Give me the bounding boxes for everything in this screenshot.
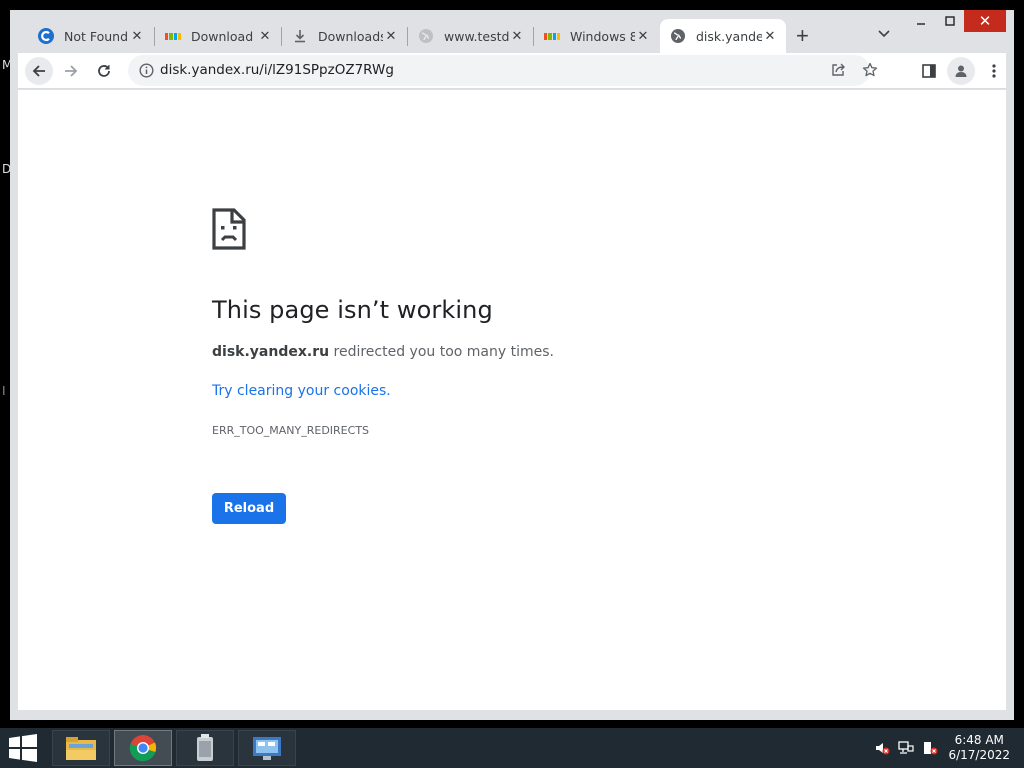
star-icon[interactable]: [861, 61, 879, 79]
back-button[interactable]: [25, 57, 53, 85]
tab-title: www.testdm: [444, 28, 509, 44]
download-icon: [292, 28, 308, 44]
clear-cookies-link[interactable]: Try clearing your cookies.: [212, 383, 391, 399]
globe-icon: [670, 28, 686, 44]
reload-button[interactable]: Reload: [212, 493, 286, 524]
window-close-button[interactable]: ✕: [964, 10, 1006, 32]
info-icon[interactable]: [138, 62, 154, 78]
close-tab-icon[interactable]: ✕: [129, 28, 145, 44]
network-icon[interactable]: [898, 740, 914, 756]
microsoft-logo-icon: [165, 28, 181, 44]
reload-icon[interactable]: [90, 57, 118, 85]
volume-muted-icon[interactable]: [874, 740, 890, 756]
desktop-letter: I: [2, 384, 6, 398]
minimize-button[interactable]: [908, 10, 934, 32]
error-description-text: redirected you too many times.: [329, 344, 555, 360]
error-description: disk.yandex.ru redirected you too many t…: [212, 344, 554, 360]
sad-page-icon: [212, 208, 246, 255]
c-letter-icon: [38, 28, 54, 44]
tab-windows-8[interactable]: Windows 8 ✕: [534, 19, 659, 53]
tab-downloads[interactable]: Downloads ✕: [282, 19, 407, 53]
clock-time: 6:48 AM: [954, 733, 1004, 747]
action-center-icon[interactable]: [922, 740, 938, 756]
taskbar: 6:48 AM 6/17/2022: [0, 728, 1024, 768]
error-host: disk.yandex.ru: [212, 344, 330, 360]
tab-title: disk.yandex: [696, 28, 762, 44]
tab-title: Downloads: [318, 28, 383, 44]
globe-icon: [418, 28, 434, 44]
tab-testdm[interactable]: www.testdm ✕: [408, 19, 533, 53]
tab-download-m[interactable]: Download M ✕: [155, 19, 281, 53]
control-panel-icon[interactable]: [238, 730, 296, 766]
maximize-button[interactable]: [937, 10, 963, 32]
close-tab-icon[interactable]: ✕: [762, 28, 778, 44]
clock-date: 6/17/2022: [948, 748, 1010, 762]
address-text[interactable]: disk.yandex.ru/i/lZ91SPpzOZ7RWg: [160, 62, 394, 78]
page-title: This page isn’t working: [212, 296, 493, 324]
browser-window: Not Found ✕ Download M ✕ Downloads ✕ w: [10, 10, 1014, 720]
close-tab-icon[interactable]: ✕: [509, 28, 525, 44]
tab-search-icon[interactable]: [877, 26, 891, 42]
side-panel-icon[interactable]: [915, 57, 943, 85]
browser-toolbar: disk.yandex.ru/i/lZ91SPpzOZ7RWg: [18, 53, 1006, 89]
close-tab-icon[interactable]: ✕: [257, 28, 273, 44]
new-tab-button[interactable]: +: [796, 25, 809, 47]
forward-button[interactable]: [57, 57, 85, 85]
tab-title: Windows 8: [570, 28, 635, 44]
chrome-icon[interactable]: [114, 730, 172, 766]
tab-title: Download M: [191, 28, 257, 44]
microsoft-logo-icon: [544, 28, 560, 44]
file-explorer-icon[interactable]: [52, 730, 110, 766]
error-code: ERR_TOO_MANY_REDIRECTS: [212, 424, 370, 437]
system-clock[interactable]: 6:48 AM 6/17/2022: [948, 733, 1010, 763]
tab-disk-yandex[interactable]: disk.yandex ✕: [660, 19, 786, 53]
share-icon[interactable]: [829, 61, 847, 79]
tab-not-found[interactable]: Not Found ✕: [28, 19, 153, 53]
tab-strip: Not Found ✕ Download M ✕ Downloads ✕ w: [10, 10, 1014, 53]
close-tab-icon[interactable]: ✕: [635, 28, 651, 44]
close-tab-icon[interactable]: ✕: [383, 28, 399, 44]
page-content: This page isn’t working disk.yandex.ru r…: [18, 90, 1006, 710]
address-bar[interactable]: disk.yandex.ru/i/lZ91SPpzOZ7RWg: [128, 55, 878, 86]
profile-icon[interactable]: [947, 57, 975, 85]
tab-title: Not Found: [64, 28, 129, 44]
windows-start-icon[interactable]: [8, 734, 38, 762]
menu-dots-icon[interactable]: [980, 57, 1008, 85]
recycle-app-icon[interactable]: [176, 730, 234, 766]
